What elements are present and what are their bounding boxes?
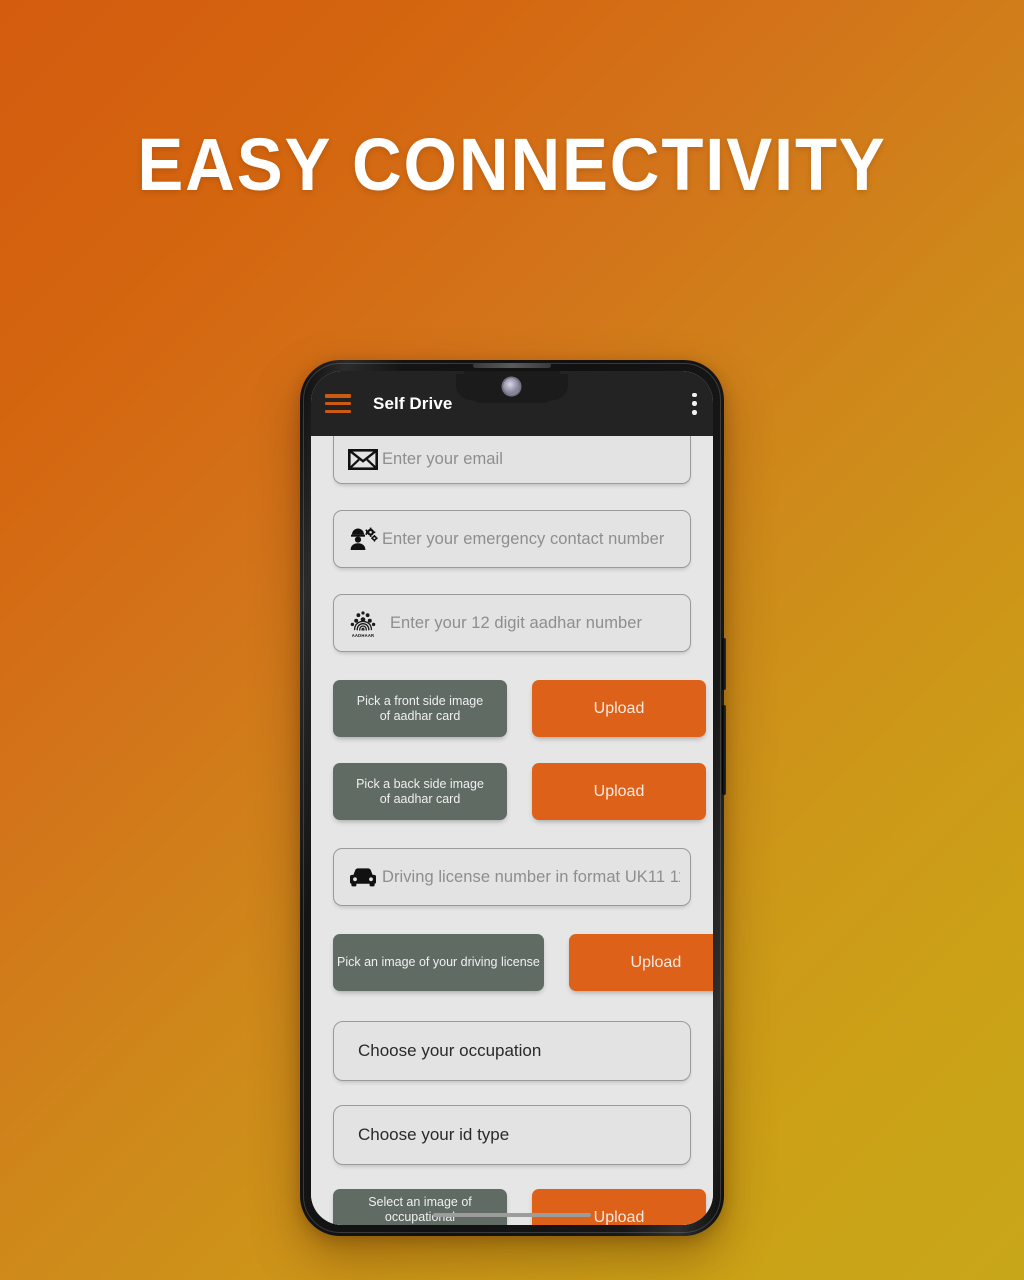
volume-button[interactable] (722, 638, 726, 690)
upload-row-aadhar-front: Pick a front side image of aadhar card U… (311, 680, 713, 737)
field-row-emergency-contact: Enter your emergency contact number (311, 510, 713, 568)
power-button[interactable] (722, 705, 726, 795)
promo-banner: EASY CONNECTIVITY Self Drive Enter your … (0, 0, 1024, 1280)
upload-row-driving-license: Pick an image of your driving license Up… (311, 934, 713, 991)
emergency-contact-field[interactable]: Enter your emergency contact number (333, 510, 691, 568)
hamburger-icon[interactable] (325, 394, 351, 413)
earpiece-speaker (473, 363, 551, 368)
aadhaar-logo-icon: AADHAAR (344, 608, 382, 638)
front-camera-icon (503, 378, 520, 395)
aadhar-number-field[interactable]: AADHAAR Enter your 12 digit aadhar numbe… (333, 594, 691, 652)
gesture-navigation-bar[interactable] (433, 1213, 591, 1217)
upload-row-aadhar-back: Pick a back side image of aadhar card Up… (311, 763, 713, 820)
email-placeholder: Enter your email (382, 450, 503, 468)
upload-aadhar-front-button[interactable]: Upload (532, 680, 706, 737)
upload-driving-license-button[interactable]: Upload (568, 934, 713, 991)
occupation-select[interactable]: Choose your occupation (333, 1021, 691, 1081)
driving-license-number-field[interactable]: Driving license number in format UK11 11… (333, 848, 691, 906)
emergency-contact-placeholder: Enter your emergency contact number (382, 529, 665, 548)
pick-driving-license-button[interactable]: Pick an image of your driving license (333, 934, 544, 991)
person-gear-icon (344, 527, 382, 551)
field-row-aadhar-number: AADHAAR Enter your 12 digit aadhar numbe… (311, 594, 713, 652)
envelope-icon (344, 449, 382, 470)
aadhar-number-placeholder: Enter your 12 digit aadhar number (390, 613, 643, 632)
pick-aadhar-front-button[interactable]: Pick a front side image of aadhar card (333, 680, 507, 737)
occupation-select-value: Choose your occupation (358, 1041, 542, 1060)
field-row-driving-license-number: Driving license number in format UK11 11… (311, 848, 713, 906)
aadhaar-wordmark: AADHAAR (351, 632, 375, 638)
email-field[interactable]: Enter your email (333, 436, 691, 484)
upload-aadhar-back-button[interactable]: Upload (532, 763, 706, 820)
pick-occupational-document-button[interactable]: Select an image of occupational document (333, 1189, 507, 1225)
upload-occupational-document-button[interactable]: Upload (532, 1189, 706, 1225)
more-vertical-icon[interactable] (692, 392, 697, 415)
pick-aadhar-back-button[interactable]: Pick a back side image of aadhar card (333, 763, 507, 820)
form-scroll-area[interactable]: Enter your email Enter your emergency co… (311, 436, 713, 1225)
id-type-select[interactable]: Choose your id type (333, 1105, 691, 1165)
field-row-email: Enter your email (311, 436, 713, 484)
car-icon (344, 866, 382, 888)
app-bar: Self Drive (311, 371, 713, 436)
phone-mockup: Self Drive Enter your email Enter your e… (300, 360, 726, 1236)
phone-screen: Self Drive Enter your email Enter your e… (311, 371, 713, 1225)
app-bar-title: Self Drive (373, 393, 453, 413)
field-row-occupation: Choose your occupation (311, 1021, 713, 1081)
field-row-id-type: Choose your id type (311, 1105, 713, 1165)
id-type-select-value: Choose your id type (358, 1125, 510, 1144)
camera-notch (464, 371, 560, 403)
upload-row-occupational-document: Select an image of occupational document… (311, 1189, 713, 1225)
driving-license-number-placeholder: Driving license number in format UK11 11… (382, 867, 680, 886)
page-title: EASY CONNECTIVITY (137, 123, 887, 206)
